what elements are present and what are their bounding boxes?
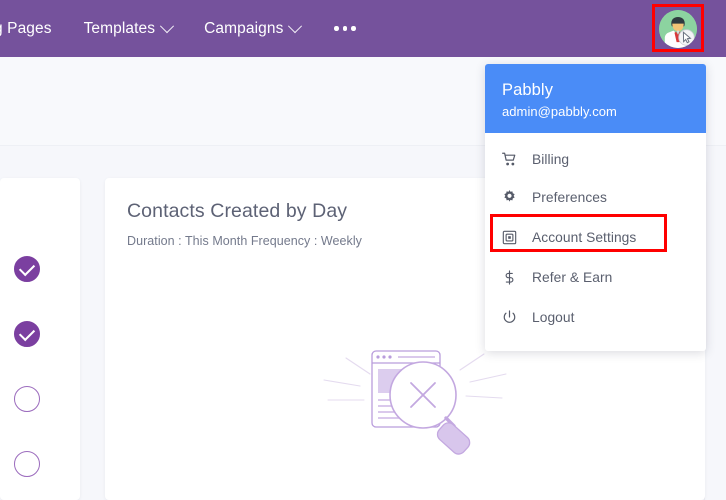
nav-item-campaigns[interactable]: Campaigns <box>188 0 316 57</box>
chevron-down-icon <box>288 18 303 33</box>
menu-item-account-settings[interactable]: Account Settings <box>485 219 706 257</box>
nav-item-templates-label: Templates <box>83 19 156 37</box>
account-name: Pabbly <box>502 81 554 99</box>
step-indicator-3[interactable] <box>14 386 40 412</box>
account-dropdown-menu: Pabbly admin@pabbly.com Billing Preferen… <box>485 64 706 351</box>
empty-state-illustration <box>323 350 507 455</box>
shopping-cart-icon <box>502 152 522 167</box>
check-icon <box>18 324 36 341</box>
nav-item-campaigns-label: Campaigns <box>204 19 284 37</box>
dollar-icon <box>502 270 522 285</box>
nav-item-templates[interactable]: Templates <box>68 0 189 57</box>
right-rail <box>704 343 726 500</box>
power-icon <box>502 310 522 325</box>
nav-items-group: g Pages Templates Campaigns <box>0 0 374 57</box>
account-dropdown-header: Pabbly admin@pabbly.com <box>485 64 706 133</box>
onboarding-steps-panel <box>0 178 80 500</box>
step-indicator-4[interactable] <box>14 451 40 477</box>
ellipsis-dot <box>342 26 348 31</box>
nav-item-landing-pages[interactable]: g Pages <box>0 0 68 57</box>
ellipsis-icon[interactable] <box>316 0 374 57</box>
ellipsis-dot <box>334 26 339 31</box>
menu-item-preferences-label: Preferences <box>532 190 607 206</box>
chart-subtitle: Duration : This Month Frequency : Weekly <box>127 234 362 248</box>
menu-item-logout[interactable]: Logout <box>485 299 706 337</box>
menu-item-preferences[interactable]: Preferences <box>485 179 706 217</box>
gear-icon <box>502 190 522 205</box>
app-root: g Pages Templates Campaigns <box>0 0 726 500</box>
nav-item-landing-pages-label: g Pages <box>0 19 52 37</box>
account-dropdown-items: Billing Preferences Account Settings Ref… <box>485 133 706 337</box>
account-settings-icon <box>502 230 522 245</box>
menu-item-billing-label: Billing <box>532 152 570 168</box>
menu-item-billing[interactable]: Billing <box>485 141 706 179</box>
chevron-down-icon <box>160 18 175 33</box>
page-title: Contacts Created by Day <box>127 200 348 222</box>
avatar-highlight-box <box>652 4 704 52</box>
step-indicator-1[interactable] <box>14 256 40 282</box>
top-navigation-bar: g Pages Templates Campaigns <box>0 0 726 57</box>
no-data-magnifier-icon <box>320 338 510 458</box>
menu-item-refer-earn[interactable]: Refer & Earn <box>485 259 706 297</box>
menu-item-logout-label: Logout <box>532 310 575 326</box>
menu-item-refer-earn-label: Refer & Earn <box>532 270 613 286</box>
ellipsis-dot <box>351 26 356 31</box>
menu-item-account-settings-label: Account Settings <box>532 230 637 246</box>
check-icon <box>18 259 36 276</box>
account-email: admin@pabbly.com <box>502 103 617 119</box>
step-indicator-2[interactable] <box>14 321 40 347</box>
